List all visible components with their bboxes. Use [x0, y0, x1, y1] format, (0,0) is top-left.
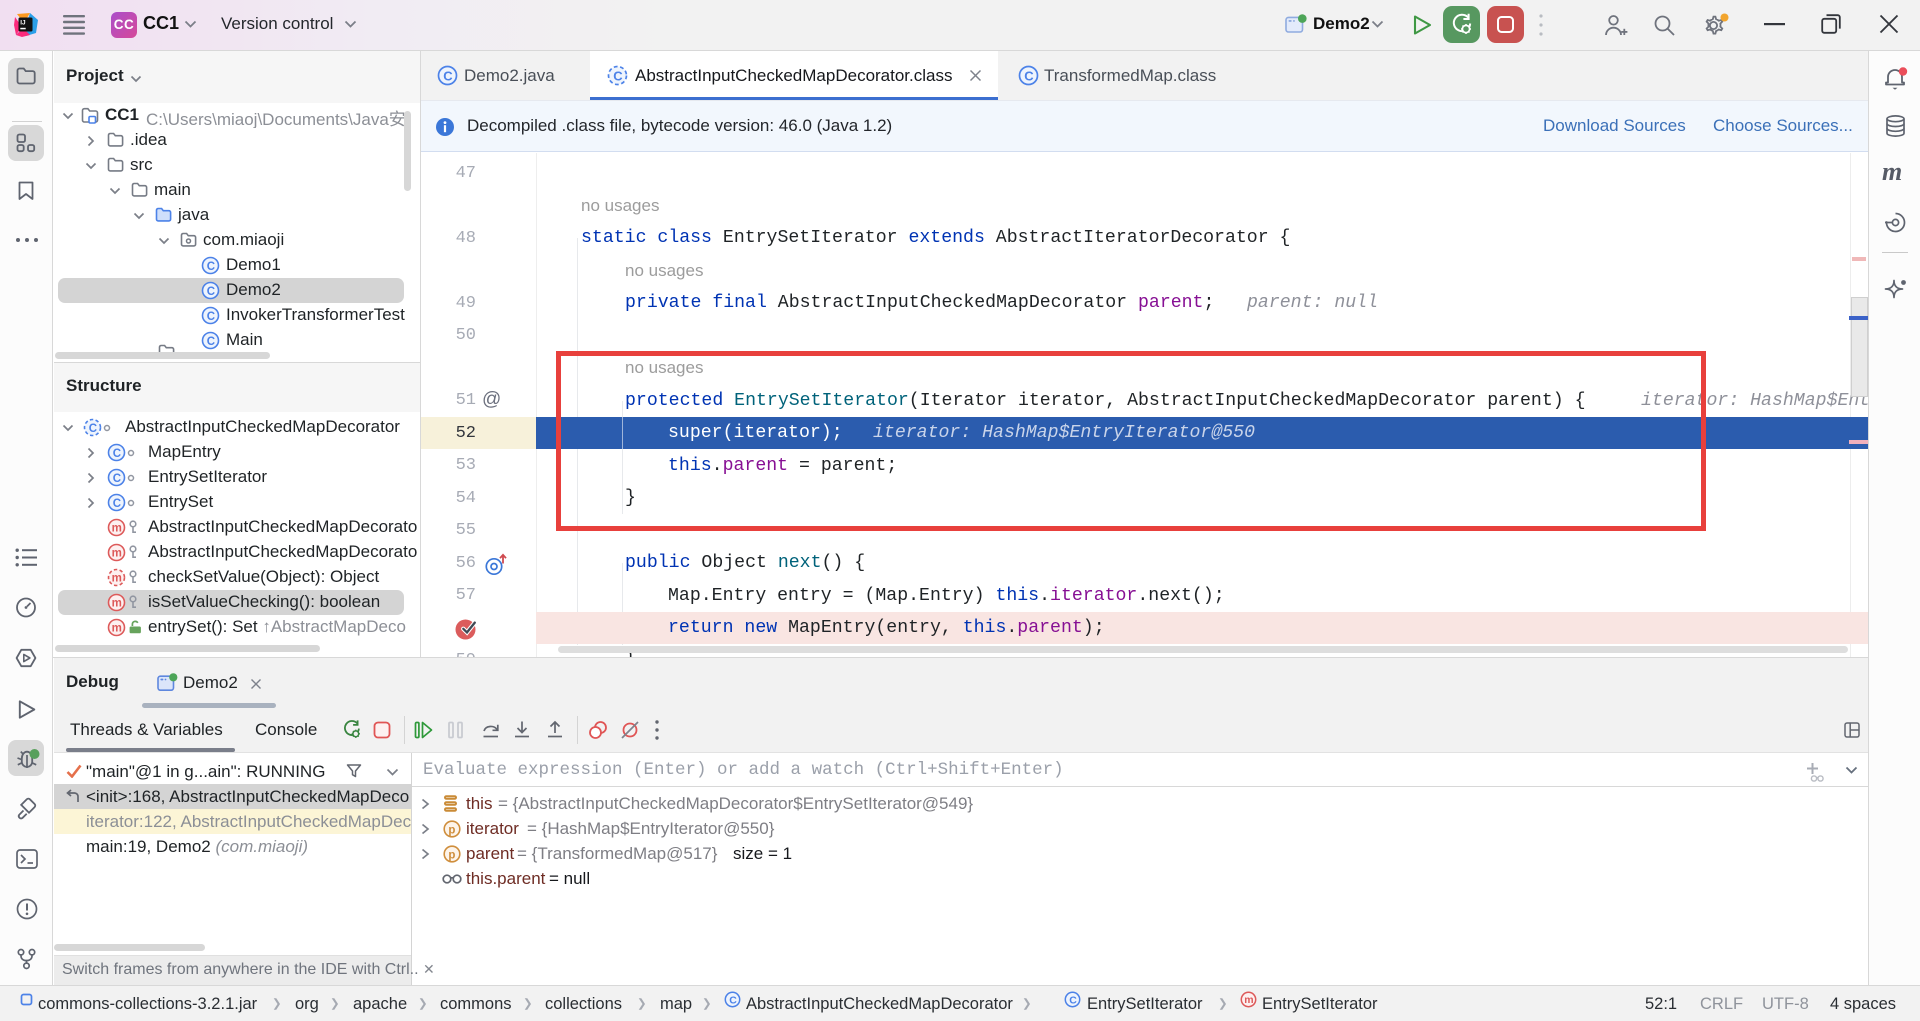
svg-text:p: p — [448, 824, 455, 836]
svg-text:C: C — [613, 68, 623, 83]
svg-text:C: C — [89, 422, 97, 434]
svg-text:m: m — [112, 572, 122, 584]
svg-text:C: C — [1024, 68, 1034, 83]
svg-text:m: m — [112, 522, 122, 534]
svg-text:IJ: IJ — [20, 19, 26, 26]
svg-text:m: m — [1244, 994, 1253, 1006]
svg-text:C: C — [207, 310, 215, 322]
svg-text:p: p — [448, 849, 455, 861]
svg-text:C: C — [1069, 994, 1077, 1006]
svg-text:m: m — [112, 547, 122, 559]
svg-text:m: m — [112, 597, 122, 609]
svg-text:C: C — [113, 447, 121, 459]
svg-text:m: m — [112, 622, 122, 634]
svg-text:C: C — [207, 335, 215, 347]
svg-text:C: C — [207, 285, 215, 297]
svg-text:C: C — [729, 994, 737, 1006]
svg-text:C: C — [207, 260, 215, 272]
svg-text:C: C — [113, 472, 121, 484]
svg-text:C: C — [443, 68, 453, 83]
svg-text:C: C — [113, 497, 121, 509]
